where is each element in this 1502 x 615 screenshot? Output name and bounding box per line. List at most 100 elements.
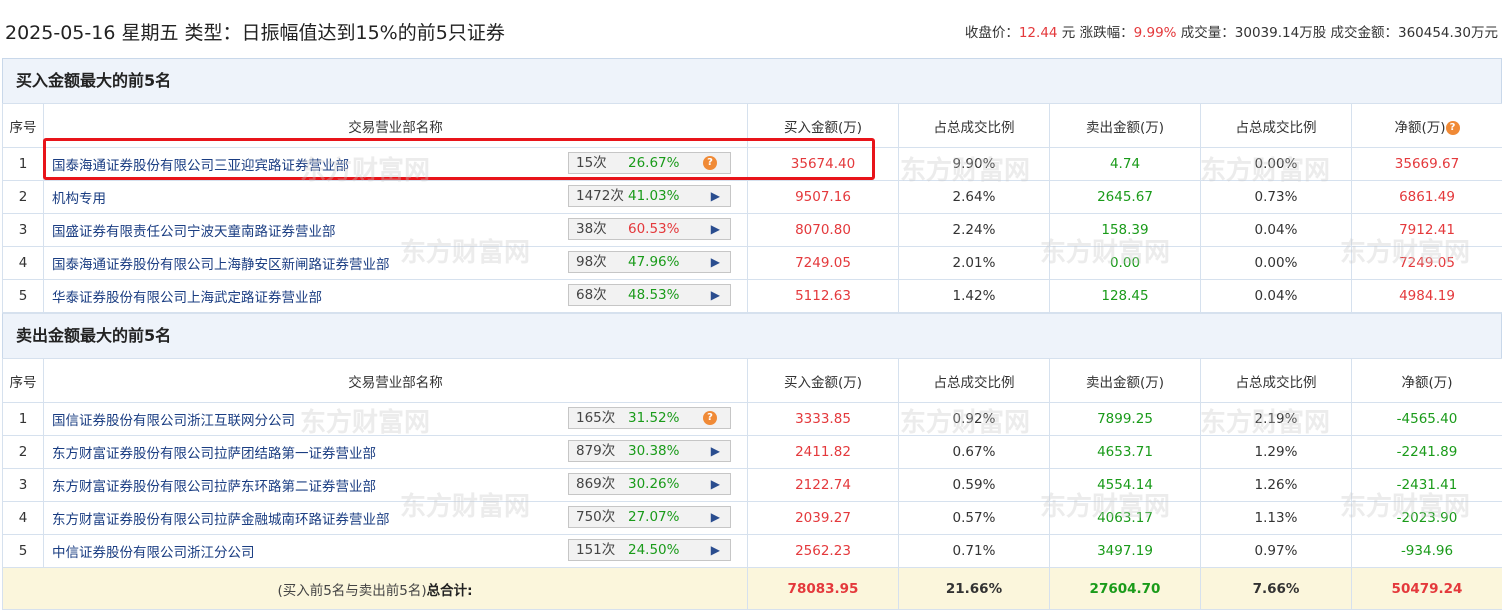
buy-amount: 35674.40 — [747, 147, 899, 181]
net-amount: -934.96 — [1351, 534, 1502, 568]
buy-amount: 2039.27 — [747, 501, 899, 535]
close-unit: 元 — [1057, 25, 1080, 41]
net-amount: -2023.90 — [1351, 501, 1502, 535]
sell-amount: 128.45 — [1049, 279, 1201, 313]
buy-ratio: 2.64% — [898, 180, 1050, 214]
win-rate: 26.67% — [628, 155, 680, 171]
broker-stats-badge[interactable]: 879次 30.38% ▶ — [568, 440, 731, 462]
broker-name-link[interactable]: 国泰海通证券股份有限公司三亚迎宾路证券营业部 — [52, 154, 349, 174]
table-row: 3 东方财富证券股份有限公司拉萨东环路第二证券营业部 869次 30.26% ▶ 2122… — [2, 468, 1502, 502]
change-value: 9.99% — [1133, 25, 1177, 41]
header-bar: 2025-05-16 星期五 类型：日振幅值达到15%的前5只证券 收盘价：12… — [0, 0, 1502, 60]
table-row: 1 国泰海通证券股份有限公司三亚迎宾路证券营业部 15次 26.67%? 35674.4… — [2, 147, 1502, 181]
sell-ratio: 1.29% — [1200, 435, 1352, 469]
buy-ratio: 2.24% — [898, 213, 1050, 247]
table-row: 2 东方财富证券股份有限公司拉萨团结路第一证券营业部 879次 30.38% ▶ 2411… — [2, 435, 1502, 469]
sell-ratio: 0.73% — [1200, 180, 1352, 214]
table-row: 1 国信证券股份有限公司浙江互联网分公司 165次 31.52%? 3333.85 0.9… — [2, 402, 1502, 436]
broker-stats-badge[interactable]: 869次 30.26% ▶ — [568, 473, 731, 495]
play-icon[interactable]: ▶ — [711, 441, 720, 461]
trade-count: 879次 — [576, 443, 616, 459]
table-row: 3 国盛证券有限责任公司宁波天童南路证券营业部 38次 60.53% ▶ 8070.80 2… — [2, 213, 1502, 247]
buy-table-body: 1 国泰海通证券股份有限公司三亚迎宾路证券营业部 15次 26.67%? 35674.4… — [2, 147, 1502, 313]
win-rate: 31.52% — [628, 410, 680, 426]
broker-cell: 东方财富证券股份有限公司拉萨金融城南环路证券营业部 750次 27.07% ▶ — [43, 501, 748, 535]
net-amount: 35669.67 — [1351, 147, 1502, 181]
play-icon[interactable]: ▶ — [711, 186, 720, 206]
broker-name-link[interactable]: 国盛证券有限责任公司宁波天童南路证券营业部 — [52, 220, 336, 240]
row-seq: 1 — [2, 147, 44, 181]
net-amount: 7912.41 — [1351, 213, 1502, 247]
table-row: 4 东方财富证券股份有限公司拉萨金融城南环路证券营业部 750次 27.07% ▶ 203… — [2, 501, 1502, 535]
broker-name-link[interactable]: 国泰海通证券股份有限公司上海静安区新闸路证券营业部 — [52, 253, 390, 273]
total-sell-ratio: 7.66% — [1200, 567, 1352, 610]
broker-name-link[interactable]: 东方财富证券股份有限公司拉萨东环路第二证券营业部 — [52, 475, 376, 495]
sell-ratio: 2.19% — [1200, 402, 1352, 436]
col-name: 交易营业部名称 — [43, 103, 748, 148]
col-net: 净额(万)? — [1351, 103, 1502, 148]
play-icon[interactable]: ▶ — [711, 252, 720, 272]
broker-name-link[interactable]: 中信证券股份有限公司浙江分公司 — [52, 541, 255, 561]
change-label: 涨跌幅： — [1079, 25, 1134, 41]
broker-name-link[interactable]: 机构专用 — [52, 187, 106, 207]
trade-count: 38次 — [576, 221, 607, 237]
win-rate: 30.26% — [628, 476, 680, 492]
buy-amount: 5112.63 — [747, 279, 899, 313]
question-icon[interactable]: ? — [703, 156, 717, 170]
trade-count: 15次 — [576, 155, 607, 171]
win-rate: 48.53% — [628, 287, 680, 303]
col-seq: 序号 — [2, 103, 44, 148]
buy-ratio: 9.90% — [898, 147, 1050, 181]
buy-amount: 2562.23 — [747, 534, 899, 568]
total-sell: 27604.70 — [1049, 567, 1201, 610]
broker-stats-badge[interactable]: 38次 60.53% ▶ — [568, 218, 731, 240]
broker-cell: 华泰证券股份有限公司上海武定路证券营业部 68次 48.53% ▶ — [43, 279, 748, 313]
play-icon[interactable]: ▶ — [711, 474, 720, 494]
broker-stats-badge[interactable]: 750次 27.07% ▶ — [568, 506, 731, 528]
col-sell: 卖出金额(万) — [1049, 103, 1201, 148]
total-label: (买入前5名与卖出前5名)总合计: — [2, 567, 748, 610]
total-label-prefix: (买入前5名与卖出前5名) — [277, 582, 427, 599]
col-sell-ratio: 占总成交比例 — [1200, 103, 1352, 148]
row-seq: 1 — [2, 402, 44, 436]
sell-ratio: 0.00% — [1200, 246, 1352, 280]
play-icon[interactable]: ▶ — [711, 219, 720, 239]
buy-ratio: 2.01% — [898, 246, 1050, 280]
broker-stats-badge[interactable]: 165次 31.52%? — [568, 407, 731, 429]
broker-name-link[interactable]: 东方财富证券股份有限公司拉萨团结路第一证券营业部 — [52, 442, 376, 462]
broker-stats-badge[interactable]: 151次 24.50% ▶ — [568, 539, 731, 561]
sell-amount: 4653.71 — [1049, 435, 1201, 469]
table-row: 2 机构专用 1472次 41.03% ▶ 9507.16 2.64% 2645.67 0.73… — [2, 180, 1502, 214]
sell-table-body: 1 国信证券股份有限公司浙江互联网分公司 165次 31.52%? 3333.85 0.9… — [2, 402, 1502, 568]
volume-text: 成交量：30039.14万股 成交金额：360454.30万元 — [1176, 25, 1498, 41]
play-icon[interactable]: ▶ — [711, 285, 720, 305]
buy-ratio: 0.57% — [898, 501, 1050, 535]
trade-count: 869次 — [576, 476, 616, 492]
question-icon[interactable]: ? — [1445, 120, 1460, 135]
row-seq: 5 — [2, 279, 44, 313]
buy-ratio: 0.92% — [898, 402, 1050, 436]
trade-count: 98次 — [576, 254, 607, 270]
total-row: (买入前5名与卖出前5名)总合计: 78083.95 21.66% 27604.… — [2, 567, 1502, 610]
broker-name-link[interactable]: 东方财富证券股份有限公司拉萨金融城南环路证券营业部 — [52, 508, 390, 528]
broker-name-link[interactable]: 华泰证券股份有限公司上海武定路证券营业部 — [52, 286, 322, 306]
win-rate: 24.50% — [628, 542, 680, 558]
net-amount: -4565.40 — [1351, 402, 1502, 436]
broker-stats-badge[interactable]: 1472次 41.03% ▶ — [568, 185, 731, 207]
broker-stats-badge[interactable]: 15次 26.67%? — [568, 152, 731, 174]
trade-count: 1472次 — [576, 188, 624, 204]
total-buy: 78083.95 — [747, 567, 899, 610]
play-icon[interactable]: ▶ — [711, 540, 720, 560]
play-icon[interactable]: ▶ — [711, 507, 720, 527]
sell-ratio: 0.04% — [1200, 213, 1352, 247]
buy-ratio: 0.71% — [898, 534, 1050, 568]
col-buy: 买入金额(万) — [747, 103, 899, 148]
buy-amount: 2122.74 — [747, 468, 899, 502]
sell-ratio: 0.04% — [1200, 279, 1352, 313]
broker-cell: 中信证券股份有限公司浙江分公司 151次 24.50% ▶ — [43, 534, 748, 568]
question-icon[interactable]: ? — [703, 411, 717, 425]
broker-stats-badge[interactable]: 68次 48.53% ▶ — [568, 284, 731, 306]
broker-stats-badge[interactable]: 98次 47.96% ▶ — [568, 251, 731, 273]
broker-name-link[interactable]: 国信证券股份有限公司浙江互联网分公司 — [52, 409, 295, 429]
sell-amount: 2645.67 — [1049, 180, 1201, 214]
